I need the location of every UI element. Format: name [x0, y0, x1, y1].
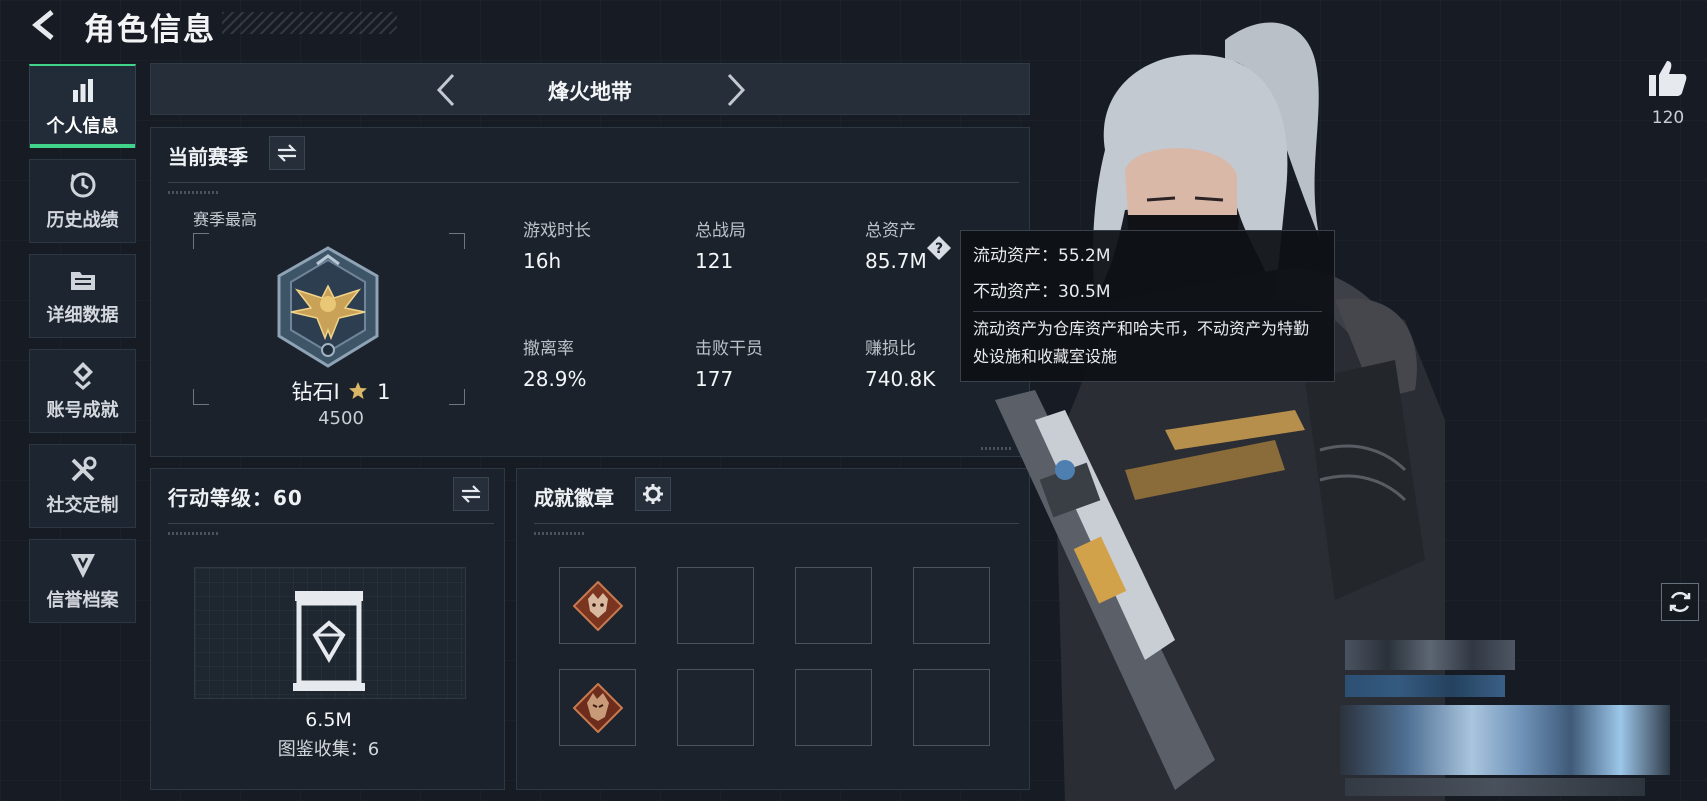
action-level-panel: 行动等级：60 6.5M 图鉴收集：6	[150, 468, 505, 790]
decor-line	[168, 191, 218, 194]
collection-value: 6.5M	[305, 709, 352, 731]
wolf-badge-icon	[573, 581, 623, 631]
nav-label: 信誉档案	[46, 590, 119, 611]
page-title: 角色信息	[84, 12, 216, 48]
badge-settings-button[interactable]	[635, 477, 671, 511]
thumbs-up-icon[interactable]	[1645, 58, 1689, 98]
tooltip-fixed-assets: 不动资产：30.5M	[973, 282, 1111, 302]
like-count: 120	[1651, 108, 1685, 128]
nav-label: 历史战绩	[46, 210, 119, 231]
decor-line	[168, 532, 218, 535]
blurred-nameplate	[1345, 640, 1515, 670]
mode-selector: 烽火地带	[150, 63, 1030, 115]
badge-slot-empty[interactable]	[677, 669, 754, 746]
frame-corner	[193, 389, 209, 405]
nav-item-detailed-data[interactable]: 详细数据	[29, 254, 136, 338]
badge-slot[interactable]	[559, 567, 636, 644]
collection-count: 图鉴收集：6	[277, 739, 380, 760]
tooltip-divider	[973, 311, 1322, 312]
blurred-footer	[1345, 778, 1645, 796]
tools-icon	[71, 456, 96, 482]
action-swap-button[interactable]	[453, 477, 489, 511]
stat-total-assets: 总资产 85.7M	[865, 221, 927, 273]
badges-title: 成就徽章	[534, 486, 614, 510]
nav-item-social-custom[interactable]: 社交定制	[29, 444, 136, 528]
bar-chart-icon	[72, 78, 93, 102]
decor-line	[534, 532, 584, 535]
folder-icon	[70, 272, 95, 290]
stat-total-matches: 总战局 121	[695, 221, 746, 273]
help-question-icon[interactable]: ?	[926, 235, 952, 261]
mode-title: 烽火地带	[548, 80, 632, 104]
frame-corner	[449, 233, 465, 249]
divider	[168, 182, 1019, 183]
nav-label: 账号成就	[46, 400, 119, 421]
nav-item-personal-info[interactable]: 个人信息	[29, 64, 136, 148]
stat-extraction-rate: 撤离率 28.9%	[523, 339, 587, 391]
svg-text:?: ?	[935, 241, 943, 257]
nav-item-history[interactable]: 历史战绩	[29, 159, 136, 243]
achievement-icon	[72, 362, 93, 390]
frame-corner	[193, 233, 209, 249]
tooltip-description: 流动资产为仓库资产和哈夫币，不动资产为特勤处设施和收藏室设施	[973, 319, 1310, 366]
rank-name: 钻石Ⅰ 1	[291, 380, 391, 404]
divider	[534, 523, 1019, 524]
nav-item-credit-record[interactable]: 信誉档案	[29, 539, 136, 623]
badge-slot-empty[interactable]	[795, 567, 872, 644]
stat-play-time: 游戏时长 16h	[523, 221, 591, 273]
badge-slot-empty[interactable]	[677, 567, 754, 644]
blurred-card	[1340, 705, 1670, 775]
nav-label: 社交定制	[46, 495, 119, 516]
frame-corner	[449, 389, 465, 405]
diamond-rank-emblem-icon	[277, 246, 379, 368]
gear-icon	[643, 484, 663, 504]
refresh-icon	[1669, 591, 1691, 613]
blurred-tag	[1345, 675, 1505, 697]
stat-profit-loss-ratio: 赚损比 740.8K	[865, 339, 936, 391]
tooltip-liquid-assets: 流动资产：55.2M	[973, 246, 1111, 266]
season-panel: 当前赛季 赛季最高 钻石Ⅰ 1 4500 游戏时长 16h 总战局 121 总资…	[150, 127, 1030, 457]
season-swap-button[interactable]	[269, 136, 305, 170]
assets-tooltip: 流动资产：55.2M 不动资产：30.5M 流动资产为仓库资产和哈夫币，不动资产…	[960, 230, 1335, 382]
header: 角色信息	[0, 0, 420, 50]
swap-icon	[461, 485, 481, 503]
dragon-badge-icon	[573, 683, 623, 733]
action-level-title: 行动等级：60	[168, 486, 303, 510]
back-arrow-icon[interactable]	[28, 8, 62, 42]
chevron-right-icon[interactable]	[721, 72, 751, 108]
credit-shield-icon	[70, 554, 95, 578]
nav-label: 个人信息	[46, 115, 119, 137]
season-best-label: 赛季最高	[193, 210, 258, 229]
history-icon	[70, 172, 95, 198]
display-case-icon	[293, 591, 365, 691]
stat-operators-defeated: 击败干员 177	[695, 339, 763, 391]
nav-item-achievements[interactable]: 账号成就	[29, 349, 136, 433]
divider	[168, 523, 494, 524]
sidebar-nav: 个人信息 历史战绩 详细数据 账号成就 社交定制 信誉档案	[29, 64, 136, 634]
rank-score: 4500	[318, 408, 364, 429]
badge-slot-empty[interactable]	[795, 669, 872, 746]
star-icon	[349, 382, 368, 399]
refresh-button[interactable]	[1661, 583, 1699, 621]
badge-slot[interactable]	[559, 669, 636, 746]
season-title: 当前赛季	[168, 145, 248, 169]
achievement-badges-panel: 成就徽章	[516, 468, 1030, 790]
swap-icon	[277, 144, 297, 162]
nav-label: 详细数据	[46, 305, 119, 326]
header-decoration	[222, 12, 397, 34]
